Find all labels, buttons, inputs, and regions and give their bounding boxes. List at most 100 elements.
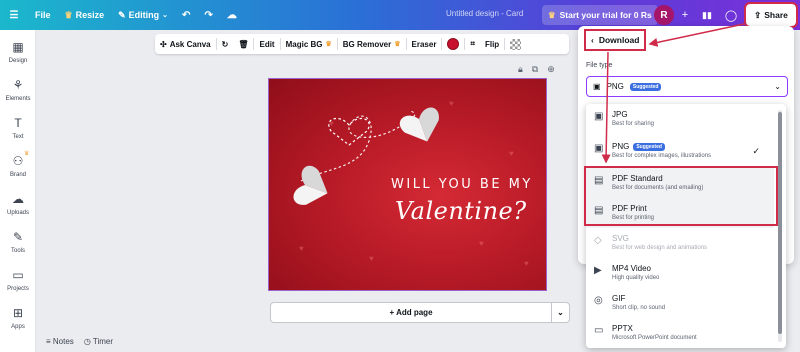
chevron-left-icon: ‹ [591, 35, 594, 45]
notes-button[interactable]: ≡ Notes [46, 337, 74, 346]
share-button[interactable]: ⇪ Share [744, 2, 798, 28]
file-type-option-gif[interactable]: ◎ GIF Short clip, no sound [586, 288, 774, 318]
cloud-save-status[interactable]: ☁ [220, 0, 244, 30]
transparency-button[interactable] [505, 34, 526, 54]
card-script-text: Valentine? [395, 197, 527, 225]
heart-icon: ♥ [299, 244, 304, 253]
crop-button[interactable]: ⌗ [465, 34, 480, 54]
bar-chart-icon: ▮▮ [702, 9, 712, 20]
file-menu[interactable]: File [28, 0, 58, 30]
projects-icon: ▭ [12, 268, 24, 282]
pencil-icon: ✎ [118, 9, 126, 20]
add-page-button[interactable]: + Add page [271, 303, 551, 322]
undo-button[interactable]: ↶ [175, 0, 197, 30]
cloud-icon: ☁ [226, 9, 237, 21]
add-collaborator-button[interactable]: + [676, 6, 694, 24]
notes-icon: ≡ [46, 337, 51, 346]
file-type-select[interactable]: ▣ PNG Suggested ⌄ [586, 76, 788, 97]
heart-icon: ♥ [524, 259, 529, 268]
image-icon: ▣ [594, 143, 604, 154]
eraser-button[interactable]: Eraser [407, 34, 442, 54]
sidebar-item-apps[interactable]: ⊞ Apps [0, 306, 36, 330]
heart-icon: ♥ [329, 119, 334, 128]
resize-button[interactable]: ♛ Resize [58, 0, 112, 30]
crown-icon: ♛ [24, 151, 30, 157]
video-icon: ▶ [594, 265, 602, 276]
add-page-dropdown[interactable]: ⌄ [551, 303, 569, 322]
sidebar-item-design[interactable]: ▦ Design [0, 40, 36, 64]
ask-canva-button[interactable]: ✣ Ask Canva [155, 34, 216, 54]
tools-icon: ✎ [12, 230, 24, 244]
delete-button[interactable]: 🗑 [233, 34, 253, 54]
trash-icon: 🗑 [238, 39, 249, 49]
sparkle-icon: ✣ [160, 39, 167, 49]
heart-icon: ♥ [479, 239, 484, 248]
heart-icon: ♥ [509, 149, 514, 158]
sidebar-item-brand[interactable]: ♛ ⚇ Brand [0, 151, 36, 178]
start-trial-button[interactable]: ♛ Start your trial for 0 Rs [542, 5, 658, 25]
replace-icon: ↻ [221, 39, 229, 49]
image-icon: ▣ [594, 111, 604, 122]
magic-bg-button[interactable]: Magic BG ♛ [281, 34, 337, 54]
apps-icon: ⊞ [12, 306, 24, 320]
file-type-option-jpg[interactable]: ▣ JPG Best for sharing [586, 104, 774, 134]
duplicate-page-icon[interactable]: ⧉ [532, 64, 538, 75]
editing-mode-button[interactable]: ✎ Editing ⌄ [111, 0, 175, 30]
chevron-down-icon: ⌄ [557, 308, 564, 317]
file-type-option-mp4[interactable]: ▶ MP4 Video High quality video [586, 258, 774, 288]
timer-icon: ◷ [83, 337, 91, 346]
plus-icon: + [681, 9, 689, 21]
crown-icon: ♛ [325, 41, 332, 48]
chevron-down-icon: ⌄ [774, 82, 781, 91]
comments-button[interactable]: ◯ [722, 6, 740, 24]
sidebar-item-elements[interactable]: ⚘ Elements [0, 78, 36, 102]
brand-icon: ⚇ [12, 154, 24, 168]
add-page-icon[interactable]: ⊕ [547, 64, 555, 75]
undo-icon: ↶ [182, 9, 191, 21]
redo-icon: ↷ [204, 9, 213, 21]
download-back-button[interactable]: ‹ Download [584, 29, 646, 51]
insights-button[interactable]: ▮▮ [698, 6, 716, 24]
avatar[interactable]: R [654, 5, 674, 25]
edit-button[interactable]: Edit [254, 34, 279, 54]
card-headline: WILL YOU BE MY [391, 177, 533, 192]
menu-icon[interactable]: ☰ [0, 0, 28, 30]
file-type-dropdown: ▣ JPG Best for sharing ▣ PNG Suggested Best… [586, 104, 786, 348]
bg-remover-button[interactable]: BG Remover ♛ [338, 34, 406, 54]
comment-icon: ◯ [724, 9, 738, 22]
sidebar-item-text[interactable]: T Text [0, 116, 36, 140]
replace-button[interactable]: ↻ [217, 34, 234, 54]
file-type-option-svg[interactable]: ◇ SVG Best for web design and animations [586, 228, 774, 258]
sidebar-item-projects[interactable]: ▭ Projects [0, 268, 36, 292]
context-toolbar: ✣ Ask Canva ↻ 🗑 Edit Magic BG ♛ BG Remover… [155, 34, 569, 54]
suggested-badge: Suggested [633, 142, 665, 151]
suggested-badge: Suggested [629, 82, 662, 91]
paper-heart-icon [399, 107, 439, 142]
timer-button[interactable]: ◷ Timer [84, 337, 113, 346]
scrollbar-thumb[interactable] [778, 112, 782, 334]
page-tools: 🔒︎ ⧉ ⊕ [518, 64, 555, 75]
gif-icon: ◎ [594, 295, 603, 306]
sidebar-item-uploads[interactable]: ☁ Uploads [0, 192, 36, 216]
sidebar-item-tools[interactable]: ✎ Tools [0, 230, 36, 254]
vector-icon: ◇ [594, 235, 602, 246]
lock-icon[interactable]: 🔒︎ [518, 64, 523, 75]
file-type-option-png[interactable]: ▣ PNG Suggested Best for complex images, i… [586, 136, 774, 166]
crown-icon: ♛ [394, 41, 401, 48]
redo-button[interactable]: ↷ [197, 0, 219, 30]
image-icon: ▣ [593, 82, 601, 91]
add-page-bar: + Add page ⌄ [270, 302, 570, 323]
check-icon: ✓ [752, 146, 760, 156]
share-icon: ⇪ [754, 9, 762, 20]
heart-outline-icon [328, 117, 370, 146]
text-icon: T [14, 116, 22, 130]
crown-icon: ♛ [64, 9, 73, 20]
crop-icon: ⌗ [470, 39, 475, 48]
file-type-option-pptx[interactable]: ▭ PPTX Microsoft PowerPoint document [586, 318, 774, 348]
paper-heart-icon [293, 165, 328, 205]
document-title[interactable]: Untitled design - Card [446, 9, 523, 18]
transparency-icon [510, 38, 522, 50]
color-button[interactable] [442, 34, 464, 54]
valentine-card-design[interactable]: ♥ ♥ ♥ ♥ ♥ ♥ ♥ WILL YOU BE MY Valentine? [268, 78, 547, 291]
flip-button[interactable]: Flip [480, 34, 504, 54]
